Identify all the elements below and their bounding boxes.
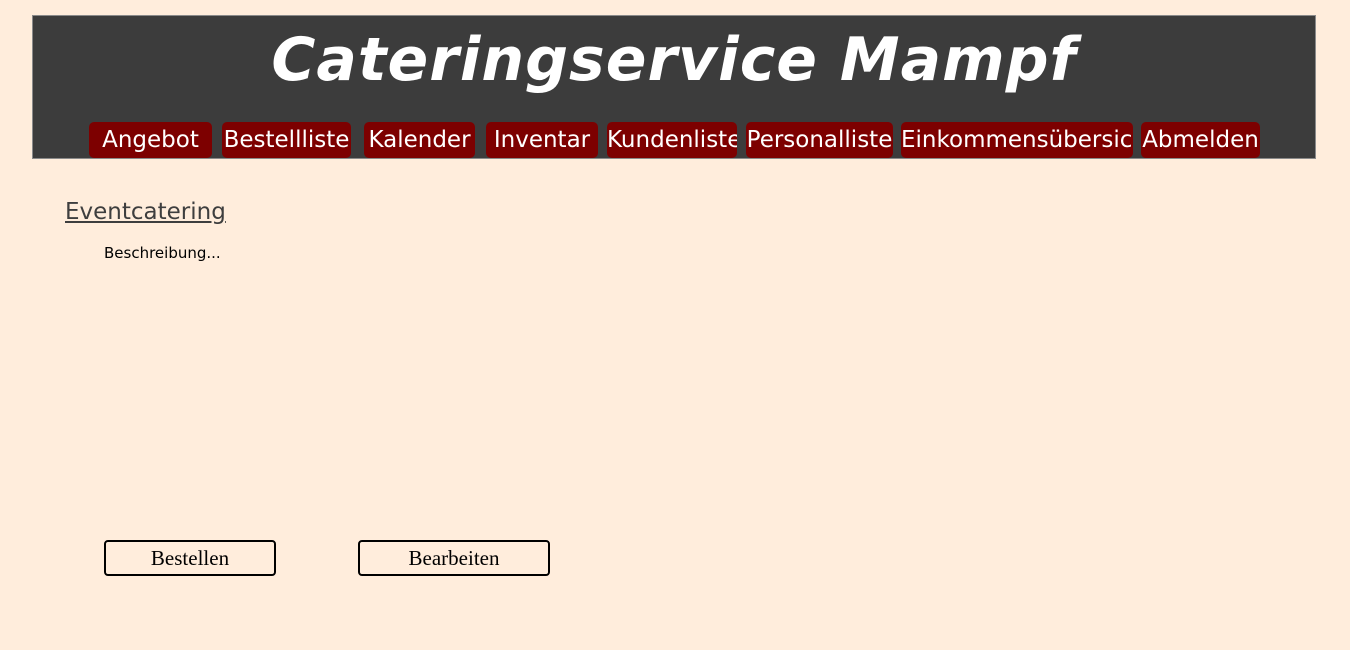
page-title: Eventcatering [65,199,226,225]
nav-item-abmelden[interactable]: Abmelden [1141,122,1260,158]
nav-item-kundenliste[interactable]: Kundenliste [607,122,737,158]
edit-button[interactable]: Bearbeiten [358,540,550,576]
main-nav: Angebot Bestellliste Kalender Inventar K… [33,122,1315,158]
nav-item-inventar[interactable]: Inventar [486,122,598,158]
site-header: Cateringservice Mampf Angebot Bestelllis… [32,15,1316,159]
nav-item-einkommensuebersicht[interactable]: Einkommensübersicht [901,122,1133,158]
nav-item-bestellliste[interactable]: Bestellliste [222,122,351,158]
nav-item-personalliste[interactable]: Personalliste [746,122,893,158]
nav-item-kalender[interactable]: Kalender [364,122,475,158]
brand-title: Cateringservice Mampf [271,25,1077,95]
offer-description: Beschreibung... [104,244,221,262]
nav-item-angebot[interactable]: Angebot [89,122,212,158]
order-button[interactable]: Bestellen [104,540,276,576]
